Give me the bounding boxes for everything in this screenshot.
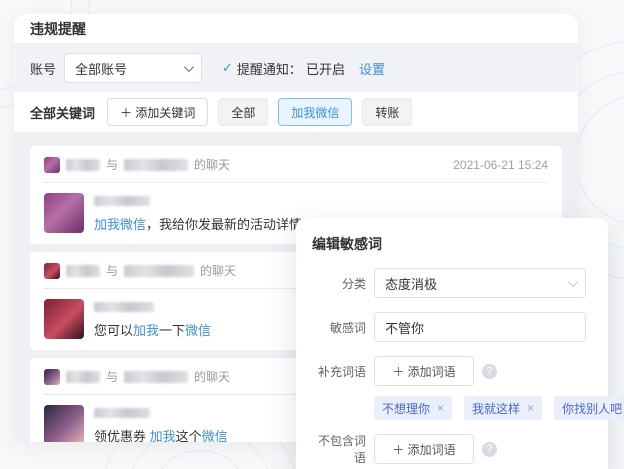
timestamp: 2021-06-21 15:24	[453, 157, 548, 172]
blurred-name	[66, 264, 100, 277]
blurred-name	[66, 158, 100, 171]
exclude-label: 不包含词语	[317, 434, 366, 465]
message-text: 领优惠券 加我这个微信	[94, 428, 228, 442]
avatar	[44, 299, 84, 339]
help-icon[interactable]: ?	[482, 441, 497, 457]
category-select[interactable]: 态度消极	[374, 268, 586, 298]
keyword-highlight: 加我微信	[94, 217, 147, 232]
account-select-value: 全部账号	[75, 61, 128, 77]
keyword-label: 全部关键词	[30, 105, 96, 121]
word-tag: 你找别人吧 ×	[554, 396, 624, 420]
avatar	[44, 262, 60, 279]
exclude-add-word-button[interactable]: ＋ 添加词语	[374, 434, 474, 464]
chat-suffix: 的聊天	[200, 264, 237, 278]
keyword-highlight: 微信	[201, 429, 228, 442]
word-tag: 我就这样 ×	[464, 396, 543, 420]
category-select-value: 态度消极	[385, 276, 438, 292]
word-label: 敏感词	[329, 320, 366, 335]
exclude-row: 不包含词语 ＋ 添加词语 ?	[308, 432, 596, 466]
notify-status: 已开启	[305, 61, 345, 77]
with-text: 与	[106, 264, 119, 278]
message-part: 一下	[159, 323, 186, 338]
with-text: 与	[106, 370, 119, 384]
message-part: 领优惠券	[94, 429, 150, 442]
keyword-highlight: 微信	[185, 323, 212, 338]
edit-sensitive-word-modal: 编辑敏感词 分类 态度消极 敏感词 不管你 补充词语 ＋ 添加词语 ? 不想理你…	[296, 218, 624, 469]
page-title: 违规提醒	[30, 20, 86, 37]
chat-suffix: 的聊天	[194, 158, 231, 172]
chat-card-header: 与 的聊天 2021-06-21 15:24	[44, 156, 548, 173]
supplement-label: 补充词语	[317, 364, 366, 379]
keyword-tab-all[interactable]: 全部	[218, 98, 269, 126]
chevron-down-icon	[183, 61, 194, 72]
category-label: 分类	[341, 276, 366, 291]
account-label: 账号	[30, 61, 57, 77]
sensitive-word-value: 不管你	[385, 320, 425, 336]
blurred-sender-name	[94, 302, 154, 312]
word-row: 敏感词 不管你	[308, 312, 596, 342]
with-text: 与	[106, 158, 119, 172]
word-tag-label: 你找别人吧	[562, 401, 623, 416]
category-row: 分类 态度消极	[308, 268, 596, 298]
chevron-down-icon	[567, 276, 578, 287]
account-select[interactable]: 全部账号	[64, 53, 203, 83]
avatar	[44, 368, 60, 385]
message-part: 您可以	[94, 323, 134, 338]
keyword-tab-transfer[interactable]: 转账	[362, 98, 413, 126]
keyword-highlight: 加我	[149, 429, 176, 442]
close-icon[interactable]: ×	[527, 401, 534, 415]
blurred-name	[66, 370, 100, 383]
message-text: 加我微信，我给你发最新的活动详情	[94, 216, 302, 234]
panel-header: 违规提醒	[14, 14, 578, 44]
check-icon: ✓	[222, 60, 233, 75]
add-word-button[interactable]: ＋ 添加词语	[374, 356, 474, 386]
keyword-highlight: 加我	[133, 323, 160, 338]
sensitive-word-input[interactable]: 不管你	[374, 312, 586, 342]
keyword-toolbar: 全部关键词 ＋ 添加关键词 全部 加我微信 转账	[14, 92, 578, 132]
keyword-tab-add-wechat[interactable]: 加我微信	[278, 98, 353, 126]
avatar	[44, 405, 84, 442]
blurred-sender-name	[94, 196, 150, 206]
supplement-row: 补充词语 ＋ 添加词语 ?	[308, 356, 596, 386]
notify-label: 提醒通知：	[236, 61, 302, 77]
divider	[44, 182, 548, 183]
blurred-name	[124, 370, 189, 383]
word-tag: 不想理你 ×	[374, 396, 453, 420]
close-icon[interactable]: ×	[437, 401, 444, 415]
account-filter-bar: 账号 全部账号 ✓ 提醒通知： 已开启 设置	[14, 44, 578, 92]
message-part: 这个	[175, 429, 202, 442]
word-tag-label: 不想理你	[382, 401, 431, 416]
settings-link[interactable]: 设置	[359, 59, 385, 78]
supplement-tags: 不想理你 × 我就这样 × 你找别人吧 ×	[374, 396, 624, 420]
add-keyword-button[interactable]: ＋ 添加关键词	[107, 98, 209, 126]
blurred-name	[124, 264, 195, 277]
modal-title: 编辑敏感词	[312, 236, 382, 252]
avatar	[44, 156, 60, 173]
word-tag-label: 我就这样	[472, 401, 521, 416]
chat-suffix: 的聊天	[194, 370, 231, 384]
blurred-sender-name	[94, 408, 150, 418]
message-text: 您可以加我一下微信	[94, 322, 211, 340]
avatar	[44, 193, 84, 233]
message-part: ，我给你发最新的活动详情	[146, 217, 303, 232]
blurred-name	[124, 158, 189, 171]
help-icon[interactable]: ?	[482, 363, 497, 379]
